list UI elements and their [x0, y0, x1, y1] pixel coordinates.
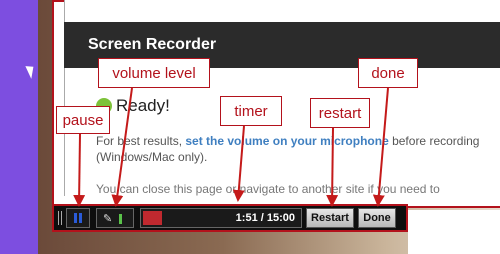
timer-text: 1:51 / 15:00: [235, 212, 295, 224]
window-title: Screen Recorder: [88, 36, 217, 53]
timer-progress-bar: [143, 211, 162, 225]
volume-level-meter[interactable]: ✎: [96, 208, 134, 228]
background-left: [0, 0, 38, 254]
done-button[interactable]: Done: [358, 208, 396, 228]
callout-done: done: [358, 58, 418, 88]
callout-timer: timer: [220, 96, 282, 126]
microphone-icon: ✎: [103, 213, 113, 225]
page-edge: [408, 210, 500, 254]
restart-button[interactable]: Restart: [306, 208, 354, 228]
pause-button[interactable]: [66, 208, 90, 228]
toolbar-grip-handle[interactable]: [58, 211, 64, 225]
callout-pause: pause: [56, 106, 110, 134]
microphone-volume-link[interactable]: set the volume on your microphone: [185, 134, 388, 148]
callout-restart: restart: [310, 98, 370, 128]
callout-volume-level: volume level: [98, 58, 210, 88]
instructions: For best results, set the volume on your…: [96, 133, 500, 165]
volume-level-bar: [119, 214, 122, 224]
instructions-before: For best results,: [96, 134, 186, 148]
instructions-partial: You can close this page or navigate to a…: [96, 182, 440, 196]
pause-icon: [74, 213, 77, 223]
status-text: Ready!: [116, 96, 170, 115]
timer-display: 1:51 / 15:00: [140, 208, 302, 228]
